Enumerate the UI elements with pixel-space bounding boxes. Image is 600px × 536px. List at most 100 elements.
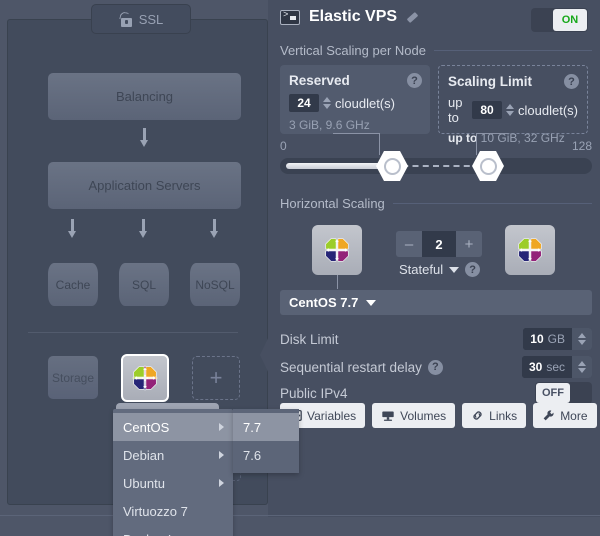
topology-node-sql[interactable]: SQL xyxy=(119,263,169,306)
stateful-dropdown[interactable]: Stateful ? xyxy=(399,262,481,277)
slider-handle-limit[interactable] xyxy=(472,151,504,181)
submenu-item-label: 7.7 xyxy=(243,419,262,435)
disk-limit-field[interactable]: 10 GB xyxy=(523,328,592,350)
help-icon[interactable]: ? xyxy=(407,73,422,88)
power-toggle[interactable]: ON xyxy=(531,8,588,32)
os-menu-item-centos[interactable]: CentOS xyxy=(113,413,233,441)
more-button[interactable]: More xyxy=(533,403,597,428)
node-label: Storage xyxy=(51,370,95,385)
os-menu-item-virtuozzo[interactable]: Virtuozzo 7 xyxy=(113,497,233,525)
chevron-down-icon xyxy=(449,266,460,273)
menu-item-label: Virtuozzo 7 xyxy=(123,503,188,519)
scaling-limit-unit: cloudlet(s) xyxy=(518,102,578,118)
os-version-item-76[interactable]: 7.6 xyxy=(233,441,299,469)
help-icon[interactable]: ? xyxy=(564,74,579,89)
restart-delay-label: Sequential restart delay xyxy=(280,359,422,375)
restart-delay-field[interactable]: 30 sec xyxy=(521,356,592,378)
increment-button[interactable]: + xyxy=(456,231,482,257)
slider-handle-reserved[interactable] xyxy=(376,151,408,181)
disk-limit-unit: GB xyxy=(547,332,565,346)
topology-node-balancing[interactable]: Balancing xyxy=(48,73,241,120)
centos-logo-icon xyxy=(518,238,542,262)
volumes-button[interactable]: Volumes xyxy=(372,403,456,428)
disk-limit-value[interactable]: 10 GB xyxy=(523,328,572,350)
page-title: Elastic VPS xyxy=(309,8,398,25)
os-dropdown-menu[interactable]: CentOS Debian Ubuntu Virtuozzo 7 Docker … xyxy=(113,409,233,536)
section-rule xyxy=(392,203,592,204)
os-version-submenu[interactable]: 7.7 7.6 xyxy=(233,409,299,473)
node-label: Balancing xyxy=(115,89,174,104)
reserved-value-input[interactable]: 24 xyxy=(289,94,319,112)
slider-callout-line xyxy=(476,133,508,134)
scaling-limit-value-input[interactable]: 80 xyxy=(472,101,503,119)
restart-delay-row: Sequential restart delay ? 30 sec xyxy=(280,354,592,380)
node-label: NoSQL xyxy=(195,277,235,292)
decrement-button[interactable]: – xyxy=(396,231,422,257)
restart-delay-value[interactable]: 30 sec xyxy=(521,356,572,378)
disk-limit-number: 10 xyxy=(530,332,544,346)
ssl-toggle-chip[interactable]: SSL xyxy=(91,4,191,34)
centos-logo-icon xyxy=(132,365,158,391)
links-icon xyxy=(473,411,482,420)
os-menu-item-debian[interactable]: Debian xyxy=(113,441,233,469)
restart-delay-number: 30 xyxy=(528,360,543,374)
topology-divider xyxy=(28,332,238,333)
node-count-value[interactable]: 2 xyxy=(422,231,456,257)
flow-arrow-icon xyxy=(68,219,77,239)
volumes-icon xyxy=(382,411,394,421)
slider-range-labels: 0 128 xyxy=(280,139,592,153)
slider-min-label: 0 xyxy=(280,139,287,153)
help-icon[interactable]: ? xyxy=(465,262,481,277)
node-label: Cache xyxy=(55,277,91,292)
scaling-limit-card: Scaling Limit up to 80 cloudlet(s) up to… xyxy=(438,65,588,145)
help-icon[interactable]: ? xyxy=(427,359,443,375)
chevron-down-icon xyxy=(366,299,377,306)
button-label: More xyxy=(560,408,588,423)
os-menu-item-ubuntu[interactable]: Ubuntu xyxy=(113,469,233,497)
reserved-unit: cloudlet(s) xyxy=(335,95,395,111)
node-count-stepper[interactable]: – 2 + xyxy=(396,231,482,257)
topology-node-cache[interactable]: Cache xyxy=(48,263,98,306)
os-menu-item-docker-image[interactable]: Docker Image... xyxy=(113,525,233,536)
chevron-right-icon xyxy=(219,423,224,431)
scaling-limit-stepper[interactable] xyxy=(506,104,515,116)
os-version-item-77[interactable]: 7.7 xyxy=(233,413,299,441)
section-label: Horizontal Scaling xyxy=(280,196,385,211)
menu-item-label: CentOS xyxy=(123,419,170,435)
pencil-edit-icon[interactable] xyxy=(406,11,419,24)
os-select-dropdown[interactable]: CentOS 7.7 xyxy=(280,290,592,315)
horizontal-node-1[interactable] xyxy=(312,225,362,275)
button-label: Volumes xyxy=(400,408,447,423)
topology-node-selected-vps[interactable] xyxy=(121,354,169,402)
reserved-stepper[interactable] xyxy=(323,97,331,109)
section-horizontal-scaling: Horizontal Scaling xyxy=(280,196,592,211)
button-label: Variables xyxy=(307,408,357,423)
cloudlet-range-slider[interactable] xyxy=(280,151,592,181)
toggle-knob-label: ON xyxy=(553,9,587,31)
wrench-icon xyxy=(543,410,554,421)
horizontal-node-2[interactable] xyxy=(505,225,555,275)
bottom-divider xyxy=(0,515,600,516)
plus-icon: + xyxy=(209,365,223,390)
settings-panel: Elastic VPS ON Vertical Scaling per Node… xyxy=(268,0,600,517)
topology-add-node-button[interactable]: + xyxy=(192,356,240,400)
scaling-limit-title: Scaling Limit xyxy=(448,74,533,89)
reserved-card: Reserved 24 cloudlet(s) 3 GiB, 9.6 GHz ? xyxy=(280,65,430,134)
restart-delay-stepper[interactable] xyxy=(572,356,592,378)
section-label: Vertical Scaling per Node xyxy=(280,43,426,58)
node-label: SQL xyxy=(131,277,156,292)
slider-callout-line xyxy=(333,133,380,134)
disk-limit-label: Disk Limit xyxy=(280,331,339,347)
submenu-item-label: 7.6 xyxy=(243,447,262,463)
menu-item-label: Docker Image... xyxy=(123,532,215,536)
disk-limit-stepper[interactable] xyxy=(572,328,592,350)
topology-node-nosql[interactable]: NoSQL xyxy=(190,263,240,306)
topology-node-storage[interactable]: Storage xyxy=(48,356,98,399)
flow-arrow-icon xyxy=(139,219,148,239)
ssl-label: SSL xyxy=(138,11,164,27)
topology-node-app-servers[interactable]: Application Servers xyxy=(48,162,241,209)
flow-arrow-icon xyxy=(140,128,149,148)
lock-open-icon xyxy=(118,10,132,27)
links-button[interactable]: Links xyxy=(462,403,527,428)
public-ipv4-toggle[interactable]: OFF xyxy=(535,382,592,404)
